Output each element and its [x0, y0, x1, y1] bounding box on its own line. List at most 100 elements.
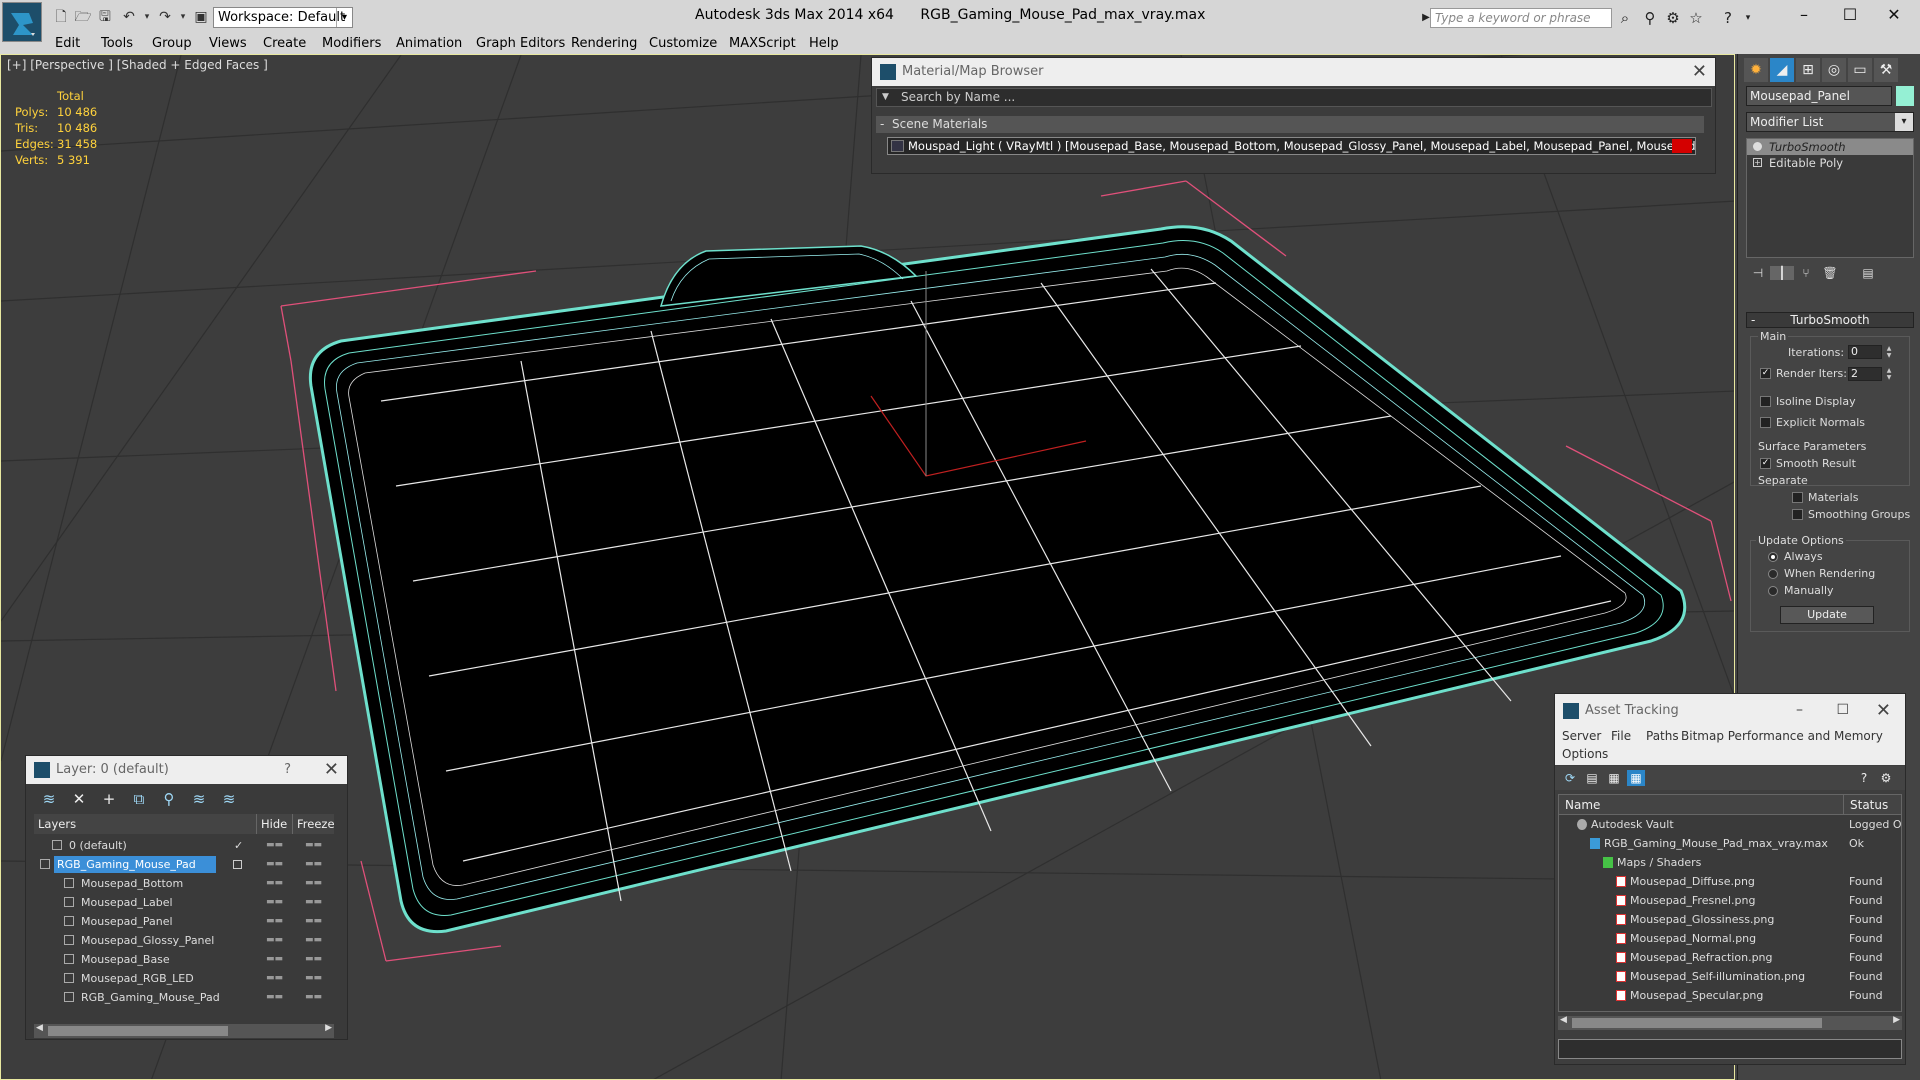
help-icon[interactable]: ?	[1718, 8, 1738, 28]
stack-item-turbosmooth[interactable]: TurboSmooth	[1747, 139, 1913, 155]
filter-dropdown-icon[interactable]: ▼	[882, 89, 889, 106]
layer-row[interactable]: Mousepad_Label ▬▬ ▬▬	[34, 893, 334, 912]
select-objects-icon[interactable]: ⧉	[124, 785, 154, 813]
menu-customize[interactable]: Customize	[649, 34, 717, 54]
add-icon[interactable]: +	[94, 785, 124, 813]
asset-row[interactable]: Autodesk Vault Logged O	[1559, 815, 1902, 834]
menu-edit[interactable]: Edit	[55, 34, 80, 54]
new-file-icon[interactable]: 🗋	[52, 8, 70, 26]
col-status[interactable]: Status	[1843, 795, 1888, 815]
asset-status-field[interactable]	[1558, 1039, 1902, 1059]
layer-row[interactable]: RGB_Gaming_Mouse_Pad ▬▬ ▬▬	[34, 988, 334, 1007]
freeze-toggle-icon[interactable]: ▬▬	[305, 836, 322, 855]
scroll-left-icon[interactable]: ◀	[36, 1023, 43, 1033]
motion-tab-icon[interactable]: ◎	[1822, 58, 1846, 82]
asset-menu-paths[interactable]: Paths	[1646, 729, 1679, 743]
refresh-icon[interactable]: ⟳	[1561, 770, 1579, 786]
asset-row[interactable]: Mousepad_Fresnel.png Found	[1559, 891, 1901, 910]
hide-toggle-icon[interactable]: ▬▬	[266, 874, 283, 893]
hide-toggle-icon[interactable]: ▬▬	[266, 912, 283, 931]
material-search-input[interactable]: ▼ Search by Name ...	[876, 88, 1712, 107]
layer-explorer-titlebar[interactable]: Layer: 0 (default) ? ✕	[26, 756, 347, 784]
spinner-arrows-icon[interactable]: ▲ ▼	[1884, 367, 1894, 381]
material-browser-titlebar[interactable]: Material/Map Browser ✕	[872, 58, 1715, 86]
hide-all-icon[interactable]: ≋	[184, 785, 214, 813]
workspace-select[interactable]: Workspace: Default ▾	[213, 7, 353, 28]
layer-row[interactable]: Mousepad_RGB_LED ▬▬ ▬▬	[34, 969, 334, 988]
asset-row[interactable]: Mousepad_Glossiness.png Found	[1559, 910, 1901, 929]
scroll-left-icon[interactable]: ◀	[1560, 1015, 1567, 1025]
layer-row[interactable]: Mousepad_Bottom ▬▬ ▬▬	[34, 874, 334, 893]
maximize-icon[interactable]: ☐	[1836, 694, 1849, 727]
asset-row[interactable]: Mousepad_Normal.png Found	[1559, 929, 1901, 948]
asset-menu-server[interactable]: Server	[1562, 729, 1601, 743]
scrollbar-thumb[interactable]	[48, 1026, 228, 1036]
layer-row[interactable]: 0 (default) ✓ ▬▬ ▬▬	[34, 836, 334, 855]
scroll-right-icon[interactable]: ▶	[325, 1023, 332, 1033]
binoculars-icon[interactable]: ⌕	[1615, 8, 1635, 28]
asset-menu-file[interactable]: File	[1611, 729, 1631, 743]
show-end-result-icon[interactable]: ┃	[1770, 266, 1794, 280]
menu-views[interactable]: Views	[209, 34, 247, 54]
favorites-star-icon[interactable]: ☆	[1686, 8, 1706, 28]
render-iters-checkbox[interactable]: ✓	[1760, 368, 1771, 379]
freeze-toggle-icon[interactable]: ▬▬	[305, 931, 322, 950]
hide-toggle-icon[interactable]: ▬▬	[266, 950, 283, 969]
freeze-all-icon[interactable]: ≋	[214, 785, 244, 813]
iterations-spinner[interactable]: 0	[1848, 345, 1882, 359]
help-icon[interactable]: ?	[284, 756, 291, 784]
freeze-toggle-icon[interactable]: ▬▬	[305, 874, 322, 893]
render-iters-spinner[interactable]: 2	[1848, 367, 1882, 381]
col-name[interactable]: Name	[1565, 795, 1600, 815]
layer-row[interactable]: Mousepad_Base ▬▬ ▬▬	[34, 950, 334, 969]
make-unique-icon[interactable]: ⑂	[1794, 266, 1818, 280]
close-icon[interactable]: ✕	[1874, 3, 1914, 27]
menu-rendering[interactable]: Rendering	[571, 34, 637, 54]
layers-icon[interactable]: ≋	[34, 785, 64, 813]
asset-menu-options[interactable]: Options	[1562, 747, 1608, 761]
menu-tools[interactable]: Tools	[101, 34, 133, 54]
configure-sets-icon[interactable]: ▤	[1856, 266, 1880, 280]
update-manually-radio[interactable]	[1768, 586, 1778, 596]
stack-item-editable-poly[interactable]: + Editable Poly	[1747, 155, 1913, 171]
freeze-toggle-icon[interactable]: ▬▬	[305, 988, 322, 1007]
settings-icon[interactable]: ⚙	[1877, 770, 1895, 786]
object-name-field[interactable]: Mousepad_Panel	[1746, 86, 1892, 106]
hide-toggle-icon[interactable]: ▬▬	[266, 988, 283, 1007]
table-view-icon[interactable]: ▦	[1627, 770, 1645, 786]
asset-row[interactable]: RGB_Gaming_Mouse_Pad_max_vray.max Ok	[1559, 834, 1901, 853]
menu-animation[interactable]: Animation	[396, 34, 462, 54]
asset-menu-bitmap-performance[interactable]: Bitmap Performance and Memory	[1681, 729, 1883, 743]
freeze-toggle-icon[interactable]: ▬▬	[305, 893, 322, 912]
close-icon[interactable]: ✕	[1876, 694, 1891, 727]
search-input[interactable]: Type a keyword or phrase	[1430, 8, 1612, 28]
material-item[interactable]: Mouspad_Light ( VRayMtl ) [Mousepad_Base…	[887, 137, 1696, 155]
turbosmooth-rollout-header[interactable]: - TurboSmooth	[1746, 312, 1914, 328]
hide-toggle-icon[interactable]: ▬▬	[266, 969, 283, 988]
asset-row[interactable]: Mousepad_Diffuse.png Found	[1559, 872, 1901, 891]
isoline-display-checkbox[interactable]	[1760, 396, 1771, 407]
freeze-toggle-icon[interactable]: ▬▬	[305, 912, 322, 931]
scrollbar-thumb[interactable]	[1572, 1018, 1822, 1028]
menu-create[interactable]: Create	[263, 34, 306, 54]
lightbulb-icon[interactable]	[1753, 142, 1762, 151]
layer-row[interactable]: RGB_Gaming_Mouse_Pad ▬▬ ▬▬	[34, 855, 334, 874]
separate-smoothing-groups-checkbox[interactable]	[1792, 509, 1803, 520]
highlight-icon[interactable]: ⚲	[154, 785, 184, 813]
utilities-tab-icon[interactable]: ⚒	[1874, 58, 1898, 82]
freeze-toggle-icon[interactable]: ▬▬	[305, 855, 322, 874]
menu-help[interactable]: Help	[809, 34, 839, 54]
hide-toggle-icon[interactable]: ▬▬	[266, 893, 283, 912]
layer-row[interactable]: Mousepad_Glossy_Panel ▬▬ ▬▬	[34, 931, 334, 950]
modifier-list-dropdown[interactable]: Modifier List ▾	[1746, 112, 1914, 132]
undo-dropdown-icon[interactable]: ▾	[138, 8, 156, 26]
asset-scrollbar[interactable]: ◀ ▶	[1558, 1015, 1902, 1030]
remove-modifier-icon[interactable]: 🗑	[1818, 266, 1842, 280]
project-folder-icon[interactable]: ▣	[192, 8, 210, 26]
delete-icon[interactable]: ✕	[64, 785, 94, 813]
hide-toggle-icon[interactable]: ▬▬	[266, 855, 283, 874]
close-icon[interactable]: ✕	[1692, 58, 1707, 86]
hide-toggle-icon[interactable]: ▬▬	[266, 836, 283, 855]
update-always-radio[interactable]	[1768, 552, 1778, 562]
asset-row[interactable]: Maps / Shaders	[1559, 853, 1901, 872]
